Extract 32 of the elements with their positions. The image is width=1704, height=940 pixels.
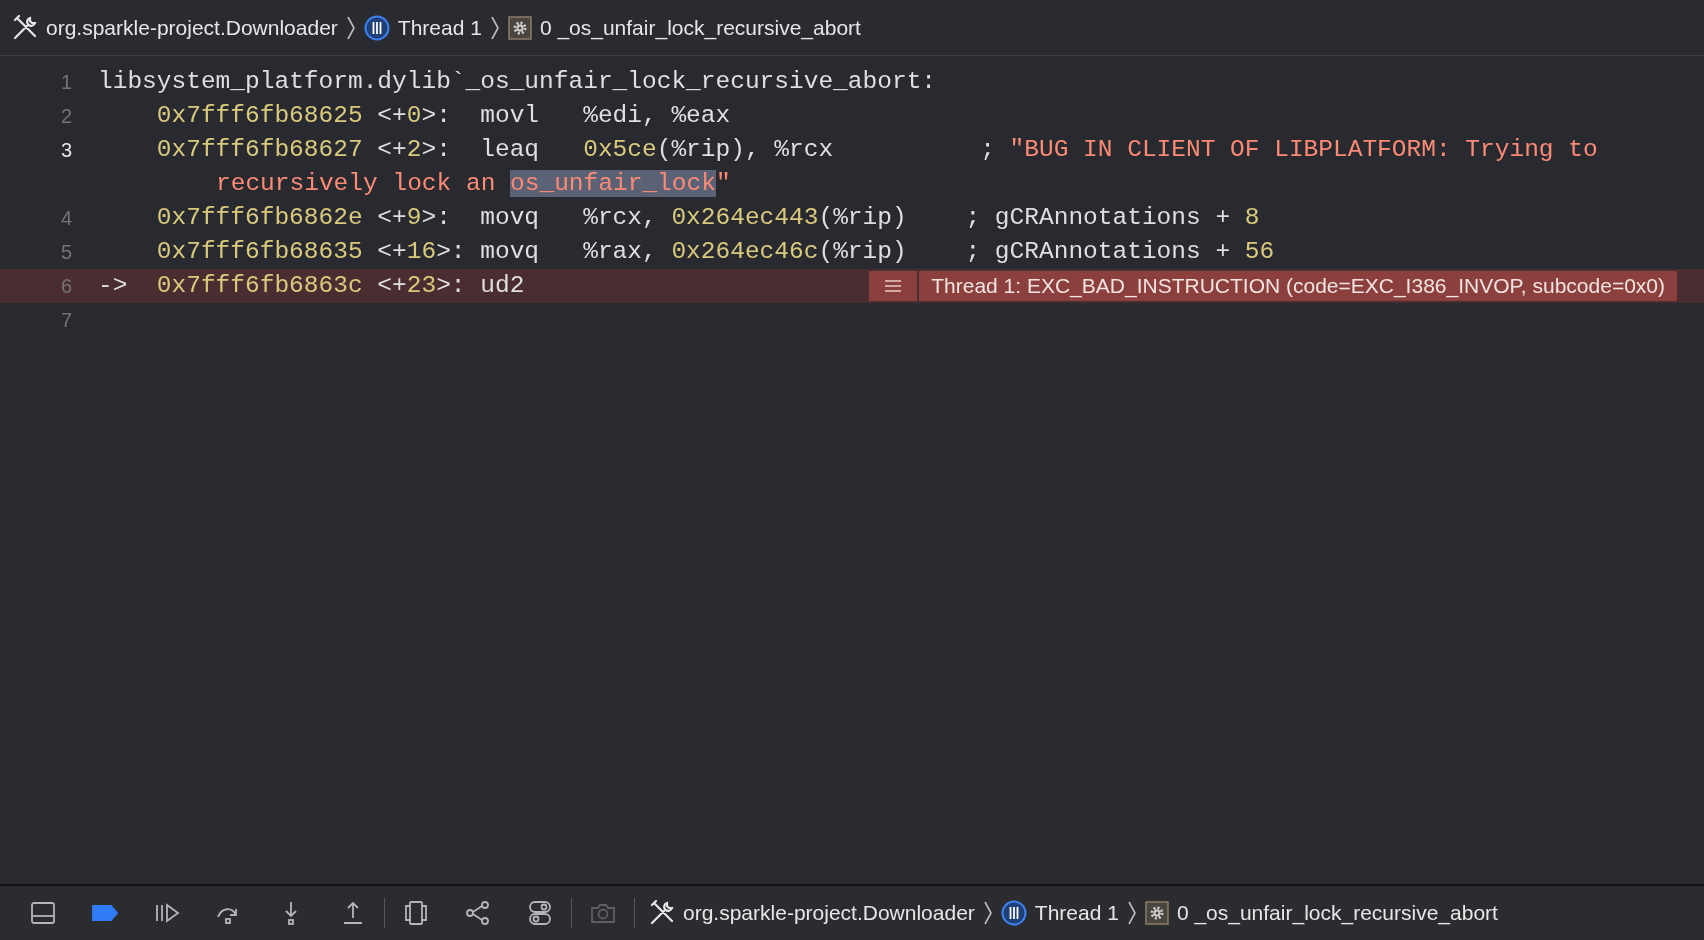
thread-icon (1000, 900, 1027, 926)
breadcrumb-item[interactable]: Thread 1 (363, 14, 482, 41)
breadcrumb-item[interactable]: org.sparkle-project.Downloader (649, 900, 975, 926)
line-number: 4 (59, 206, 72, 231)
code-line: 0x7fff6fb6862e <+9>: movq %rcx, 0x264ec443(%rip) ; gCRAnnotations + 8 (155, 203, 1261, 233)
tools-icon (649, 900, 675, 926)
chevron-icon (345, 14, 356, 41)
line-number: 5 (59, 240, 72, 265)
chevron-icon (1126, 900, 1137, 926)
menu-icon[interactable] (869, 271, 920, 301)
line-number: 3 (59, 138, 72, 163)
line-number: 7 (59, 308, 72, 333)
code-line: 0x7fff6fb68635 <+16>: movq %rax, 0x264ec46c(%rip) ; gCRAnnotations + 56 (155, 237, 1276, 267)
line-number: 6 (59, 274, 72, 299)
line-number: 2 (59, 104, 72, 129)
chevron-icon (982, 900, 993, 926)
thread-icon (363, 14, 390, 41)
gear-icon (1144, 901, 1169, 925)
error-message: Thread 1: EXC_BAD_INSTRUCTION (code=EXC_I386_INVOP, subcode=0x0) (919, 271, 1677, 301)
code-line: 0x7fff6fb68625 <+0>: movl %edi, %eax (155, 101, 732, 131)
breadcrumb-item[interactable]: org.sparkle-project.Downloader (12, 14, 338, 41)
gear-icon (507, 15, 532, 40)
tools-icon (12, 14, 38, 41)
code-line: libsystem_platform.dylib`_os_unfair_lock_recursive_abort: (98, 67, 938, 97)
code-line: 0x7fff6fb68627 <+2>: leaq 0x5ce(%rip), %rcx ; "BUG IN CLIENT OF LIBPLATFORM: Trying to (155, 135, 1599, 165)
chevron-icon (489, 14, 500, 41)
code-line: -> 0x7fff6fb6863c <+23>: ud2 (98, 271, 526, 301)
breadcrumb-item[interactable]: Thread 1 (1000, 900, 1119, 926)
breadcrumb-item[interactable]: 0 _os_unfair_lock_recursive_abort (507, 15, 861, 40)
code-line: recursively lock an os_unfair_lock" (215, 169, 732, 199)
breadcrumb-item[interactable]: 0 _os_unfair_lock_recursive_abort (1144, 901, 1498, 925)
line-number: 1 (59, 70, 72, 95)
